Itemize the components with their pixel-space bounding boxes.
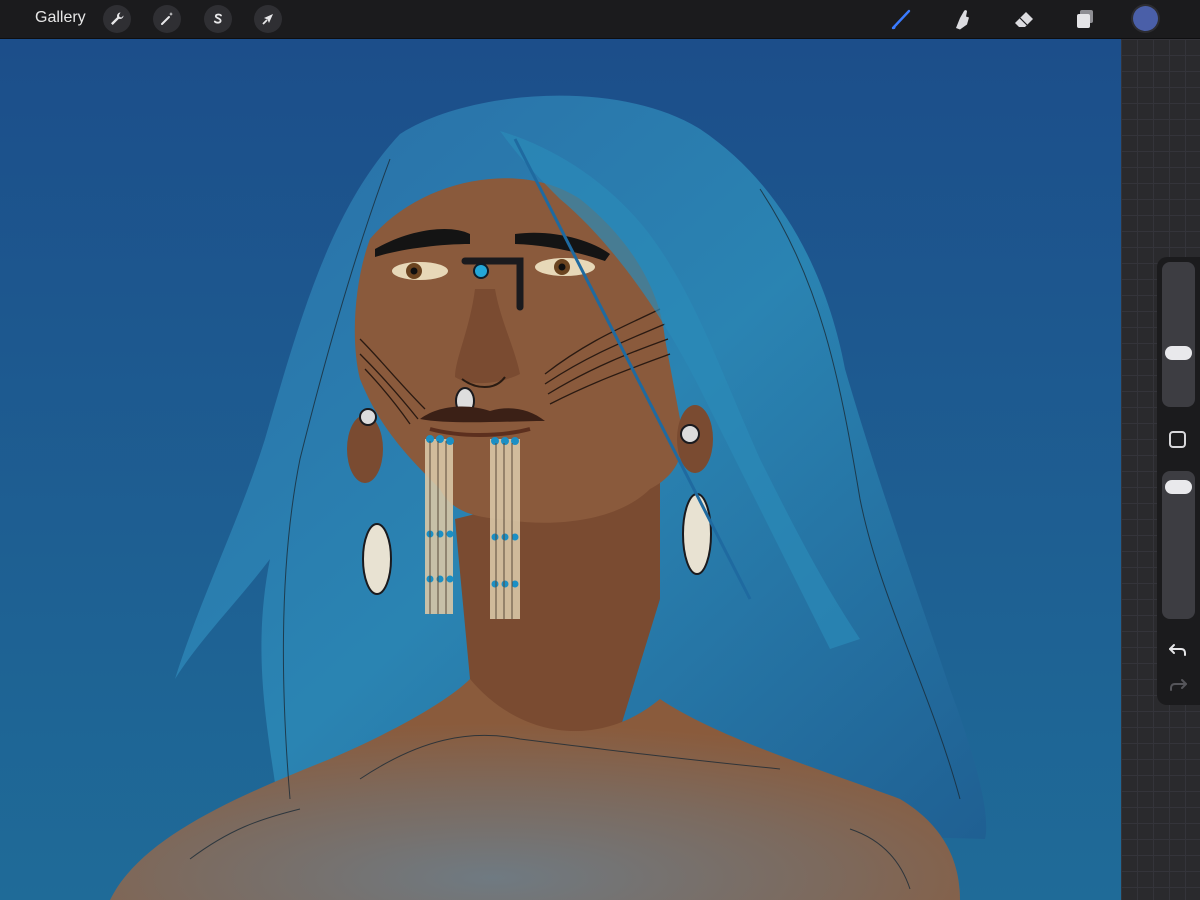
- transform-button[interactable]: [254, 5, 282, 33]
- opacity-slider[interactable]: [1162, 471, 1195, 619]
- drawing-canvas[interactable]: [0, 39, 1121, 900]
- right-earring: [682, 493, 712, 575]
- redo-button[interactable]: [1166, 672, 1190, 696]
- tool-sidebar: [1157, 257, 1200, 705]
- brush-size-slider-thumb[interactable]: [1165, 346, 1192, 361]
- magic-wand-icon: [161, 12, 173, 25]
- adjustments-button[interactable]: [153, 5, 181, 33]
- brush-size-slider[interactable]: [1162, 262, 1195, 407]
- wrench-icon: [111, 12, 124, 25]
- eraser-icon: [1015, 12, 1033, 27]
- opacity-slider-thumb[interactable]: [1165, 480, 1192, 495]
- paintbrush-icon: [891, 9, 911, 30]
- top-toolbar: Gallery: [0, 0, 1200, 39]
- actions-button[interactable]: [103, 5, 131, 33]
- eraser-tool-button[interactable]: [1011, 6, 1037, 32]
- layers-button[interactable]: [1072, 6, 1098, 32]
- brush-tool-button[interactable]: [889, 6, 915, 32]
- undo-button[interactable]: [1166, 637, 1190, 661]
- gallery-button[interactable]: Gallery: [35, 9, 86, 27]
- selection-button[interactable]: [204, 5, 232, 33]
- undo-arrow-icon: [1169, 644, 1186, 656]
- arrow-cursor-icon: [262, 14, 273, 25]
- smudge-tool-button[interactable]: [950, 6, 976, 32]
- smudge-finger-icon: [956, 10, 969, 30]
- artwork: [0, 39, 1121, 900]
- redo-arrow-icon: [1170, 679, 1187, 691]
- modify-button[interactable]: [1169, 431, 1186, 448]
- selection-s-icon: [213, 13, 222, 24]
- layers-icon: [1077, 10, 1093, 28]
- left-earring: [362, 523, 392, 595]
- color-picker-button[interactable]: [1133, 6, 1158, 31]
